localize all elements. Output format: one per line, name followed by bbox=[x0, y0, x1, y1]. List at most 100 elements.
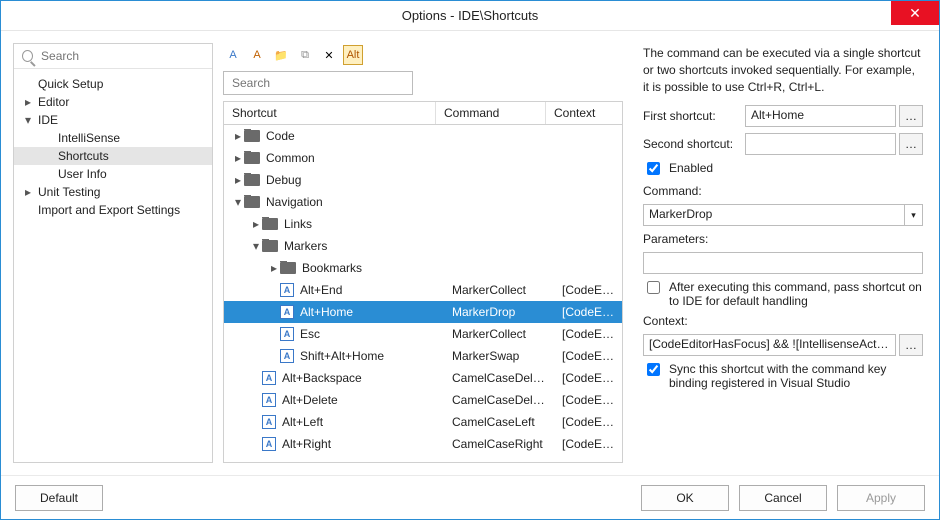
command-cell: MarkerSwap bbox=[452, 349, 562, 363]
nav-item[interactable]: Shortcuts bbox=[14, 147, 212, 165]
ok-button[interactable]: OK bbox=[641, 485, 729, 511]
chevron-down-icon[interactable]: ▾ bbox=[232, 195, 244, 209]
shortcut-cell: ▸Debug bbox=[224, 173, 452, 187]
chevron-down-icon[interactable]: ▾ bbox=[250, 239, 262, 253]
chevron-down-icon[interactable]: ▾ bbox=[22, 113, 34, 127]
shortcut-icon: A bbox=[280, 283, 294, 297]
command-label: Command: bbox=[643, 184, 923, 198]
table-row[interactable]: AAlt+EndMarkerCollect[CodeEdit… bbox=[224, 279, 622, 301]
nav-item[interactable]: Quick Setup bbox=[14, 75, 212, 93]
table-row[interactable]: AEscMarkerCollect[CodeEdit… bbox=[224, 323, 622, 345]
table-row[interactable]: ▸Debug bbox=[224, 169, 622, 191]
col-shortcut[interactable]: Shortcut bbox=[224, 102, 436, 124]
duplicate-icon[interactable]: ⧉ bbox=[295, 45, 315, 65]
nav-item[interactable]: User Info bbox=[14, 165, 212, 183]
pass-through-label: After executing this command, pass short… bbox=[669, 280, 923, 308]
new-folder-icon[interactable]: 📁 bbox=[271, 45, 291, 65]
chevron-right-icon[interactable]: ▸ bbox=[250, 217, 262, 231]
table-row[interactable]: AAlt+RightCamelCaseRight[CodeEdit… bbox=[224, 433, 622, 455]
nav-item-label: Unit Testing bbox=[38, 185, 100, 199]
nav-item[interactable]: Import and Export Settings bbox=[14, 201, 212, 219]
close-button[interactable]: ✕ bbox=[891, 1, 939, 25]
ellipsis-icon: … bbox=[905, 338, 917, 352]
chevron-right-icon[interactable]: ▸ bbox=[232, 129, 244, 143]
sync-checkbox[interactable] bbox=[647, 363, 660, 376]
new-shortcut-alt-icon[interactable]: A bbox=[247, 45, 267, 65]
col-context[interactable]: Context bbox=[546, 102, 622, 124]
shortcut-label: Esc bbox=[300, 327, 320, 341]
pass-through-checkbox[interactable] bbox=[647, 281, 660, 294]
context-input[interactable]: [CodeEditorHasFocus] && ![IntellisenseAc… bbox=[643, 334, 896, 356]
table-row[interactable]: AAlt+HomeMarkerDrop[CodeEdit… bbox=[224, 301, 622, 323]
second-shortcut-browse-button[interactable]: … bbox=[899, 133, 923, 155]
first-shortcut-input[interactable]: Alt+Home bbox=[745, 105, 896, 127]
shortcut-cell: AAlt+Backspace bbox=[224, 371, 452, 385]
chevron-right-icon[interactable]: ▸ bbox=[22, 95, 34, 109]
nav-item-label: Import and Export Settings bbox=[38, 203, 180, 217]
parameters-label: Parameters: bbox=[643, 232, 923, 246]
nav-search-input[interactable] bbox=[39, 48, 204, 64]
chevron-right-icon[interactable]: ▸ bbox=[232, 173, 244, 187]
nav-item-label: Editor bbox=[38, 95, 69, 109]
table-row[interactable]: AAlt+DeleteCamelCaseDel…[CodeEdit… bbox=[224, 389, 622, 411]
sync-label: Sync this shortcut with the command key … bbox=[669, 362, 923, 390]
nav-item[interactable]: ▸ Editor bbox=[14, 93, 212, 111]
window-title: Options - IDE\Shortcuts bbox=[1, 8, 939, 23]
second-shortcut-input[interactable] bbox=[745, 133, 896, 155]
cancel-button[interactable]: Cancel bbox=[739, 485, 827, 511]
table-row[interactable]: AShift+Alt+HomeMarkerSwap[CodeEdit… bbox=[224, 345, 622, 367]
command-select[interactable]: MarkerDrop ▾ bbox=[643, 204, 923, 226]
grid-search[interactable] bbox=[223, 71, 413, 95]
apply-button[interactable]: Apply bbox=[837, 485, 925, 511]
context-cell: [CodeEdit… bbox=[562, 327, 622, 341]
table-row[interactable]: ▸ Bookmarks bbox=[224, 257, 622, 279]
nav-search[interactable] bbox=[14, 44, 212, 69]
folder-icon bbox=[244, 130, 260, 142]
shortcut-cell: AAlt+Left bbox=[224, 415, 452, 429]
shortcut-cell: AAlt+Home bbox=[224, 305, 452, 319]
table-row[interactable]: AAlt+BackspaceCamelCaseDel…[CodeEdit… bbox=[224, 367, 622, 389]
footer: Default OK Cancel Apply bbox=[1, 475, 939, 519]
table-row[interactable]: AAlt+LeftCamelCaseLeft[CodeEdit… bbox=[224, 411, 622, 433]
folder-icon bbox=[262, 240, 278, 252]
command-cell: CamelCaseRight bbox=[452, 437, 562, 451]
context-label: Context: bbox=[643, 314, 923, 328]
nav-item[interactable]: IntelliSense bbox=[14, 129, 212, 147]
table-row[interactable]: ▾Navigation bbox=[224, 191, 622, 213]
context-cell: [CodeEdit… bbox=[562, 437, 622, 451]
chevron-right-icon[interactable]: ▸ bbox=[232, 151, 244, 165]
table-row[interactable]: ▸Common bbox=[224, 147, 622, 169]
enabled-checkbox[interactable] bbox=[647, 162, 660, 175]
context-cell: [CodeEdit… bbox=[562, 305, 622, 319]
table-row[interactable]: ▾Markers bbox=[224, 235, 622, 257]
nav-item[interactable]: ▾ IDE bbox=[14, 111, 212, 129]
shortcut-icon: A bbox=[262, 415, 276, 429]
first-shortcut-browse-button[interactable]: … bbox=[899, 105, 923, 127]
shortcut-cell: ▾Navigation bbox=[224, 195, 452, 209]
grid-search-input[interactable] bbox=[230, 75, 406, 91]
nav-item[interactable]: ▸ Unit Testing bbox=[14, 183, 212, 201]
default-button[interactable]: Default bbox=[15, 485, 103, 511]
command-cell: CamelCaseDel… bbox=[452, 393, 562, 407]
table-row[interactable]: ▸Code bbox=[224, 125, 622, 147]
show-conflicts-icon[interactable]: Alt bbox=[343, 45, 363, 65]
chevron-right-icon[interactable]: ▸ bbox=[22, 185, 34, 199]
shortcut-label: Bookmarks bbox=[302, 261, 362, 275]
delete-icon[interactable]: ✕ bbox=[319, 45, 339, 65]
shortcut-label: Alt+Backspace bbox=[282, 371, 362, 385]
chevron-right-icon[interactable]: ▸ bbox=[268, 261, 280, 275]
parameters-input[interactable] bbox=[643, 252, 923, 274]
table-row[interactable]: ▸Links bbox=[224, 213, 622, 235]
shortcut-cell: AAlt+End bbox=[224, 283, 452, 297]
command-value: MarkerDrop bbox=[644, 205, 904, 225]
nav-item-label: IDE bbox=[38, 113, 58, 127]
nav-item-label: Quick Setup bbox=[38, 77, 103, 91]
sync-row: Sync this shortcut with the command key … bbox=[643, 362, 923, 390]
grid-body[interactable]: ▸Code▸Common▸Debug▾Navigation▸Links▾Mark… bbox=[224, 125, 622, 462]
context-cell: [CodeEdit… bbox=[562, 283, 622, 297]
col-command[interactable]: Command bbox=[436, 102, 546, 124]
context-browse-button[interactable]: … bbox=[899, 334, 923, 356]
context-cell: [CodeEdit… bbox=[562, 349, 622, 363]
first-shortcut-label: First shortcut: bbox=[643, 109, 739, 123]
new-shortcut-icon[interactable]: A bbox=[223, 45, 243, 65]
